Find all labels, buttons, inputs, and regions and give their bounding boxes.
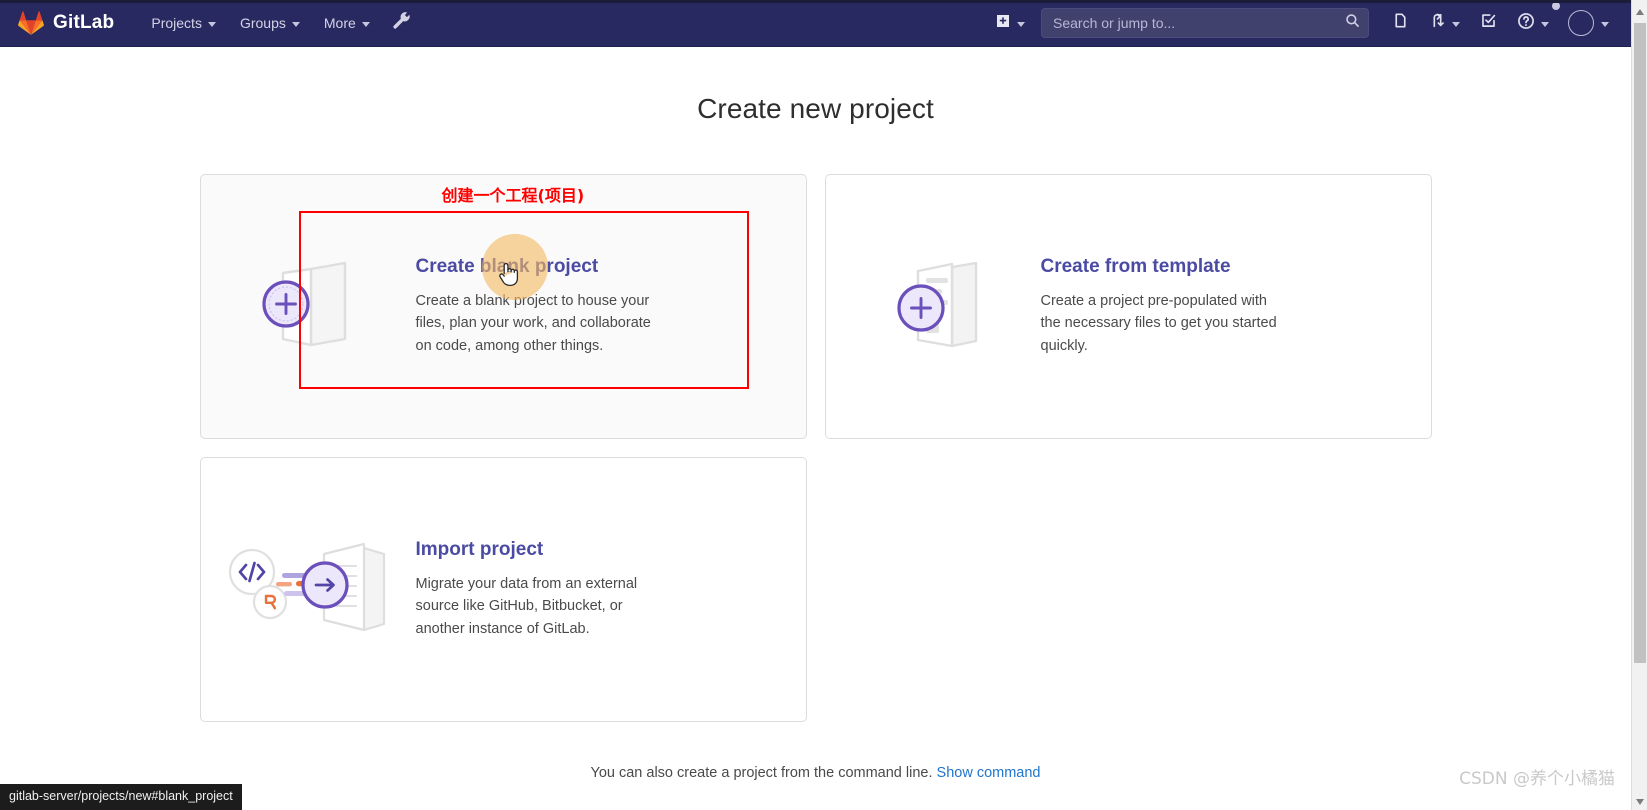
blank-project-plus-icon (253, 251, 373, 362)
page-scrollbar[interactable] (1631, 0, 1647, 810)
card-import-project[interactable]: Import project Migrate your data from an… (199, 457, 807, 722)
show-command-link[interactable]: Show command (937, 765, 1041, 781)
todos-icon (1480, 12, 1497, 34)
page-title: Create new project (697, 93, 934, 124)
card-create-blank-project[interactable]: Create blank project Create a blank proj… (199, 174, 807, 439)
chevron-down-icon (207, 21, 216, 27)
chevron-down-icon (1541, 21, 1549, 27)
scroll-down-button[interactable] (1632, 793, 1647, 810)
blank-project-illustration (211, 251, 416, 362)
card-row-top: Create blank project Create a blank proj… (199, 174, 1432, 439)
merge-requests-icon (1429, 12, 1446, 34)
import-project-arrow-icon (224, 532, 402, 647)
import-project-illustration (211, 532, 416, 647)
top-navbar: GitLab Projects Groups More (0, 0, 1631, 47)
brand-name-label: GitLab (53, 12, 115, 33)
card-row-bottom: Import project Migrate your data from an… (199, 457, 1432, 722)
user-menu-button[interactable] (1560, 6, 1615, 40)
help-icon (1517, 12, 1535, 35)
search-box[interactable] (1041, 8, 1369, 38)
chevron-down-icon (1452, 21, 1460, 27)
gitlab-home-link[interactable]: GitLab (18, 10, 114, 36)
nav-item-projects[interactable]: Projects (140, 7, 227, 39)
plus-square-icon (995, 13, 1011, 34)
nav-groups-label: Groups (239, 15, 286, 31)
page-content: Create new project Create blank project … (0, 47, 1631, 810)
admin-area-button[interactable] (383, 4, 420, 42)
chevron-down-icon (1017, 21, 1025, 27)
wrench-icon (392, 11, 411, 35)
nav-more-label: More (323, 15, 356, 31)
todos-button[interactable] (1471, 5, 1506, 41)
card-create-from-template[interactable]: Create from template Create a project pr… (824, 174, 1432, 439)
card-heading-blank: Create blank project (415, 255, 599, 277)
chevron-down-icon (1601, 21, 1609, 27)
card-description-blank: Create a blank project to house your fil… (415, 292, 651, 354)
search-input[interactable] (1041, 8, 1369, 38)
nav-item-more[interactable]: More (313, 7, 381, 39)
scrollbar-thumb[interactable] (1634, 23, 1646, 663)
template-project-plus-icon (878, 251, 998, 362)
card-heading-template: Create from template (1040, 255, 1231, 277)
create-new-button[interactable] (987, 7, 1033, 40)
card-heading-import: Import project (415, 538, 544, 560)
gitlab-tanuki-logo-icon (18, 10, 44, 36)
gitlab-create-project-page: GitLab Projects Groups More Search or ju… (0, 0, 1647, 810)
nav-item-groups[interactable]: Groups (229, 7, 311, 39)
chevron-down-icon (291, 21, 300, 27)
csdn-watermark: CSDN @养个小橘猫 (1459, 769, 1615, 789)
command-line-note-text: You can also create a project from the c… (590, 765, 933, 781)
issues-button[interactable] (1383, 5, 1418, 41)
chevron-up-icon (1636, 8, 1644, 15)
issues-icon (1392, 12, 1409, 34)
card-description-template: Create a project pre-populated with the … (1040, 292, 1277, 354)
window-top-strip (0, 0, 1647, 3)
chevron-down-icon (361, 21, 370, 27)
help-button[interactable] (1508, 1, 1560, 42)
primary-nav: Projects Groups More (140, 4, 419, 42)
merge-requests-button[interactable] (1420, 5, 1469, 41)
card-description-import: Migrate your data from an external sourc… (415, 575, 638, 637)
avatar (1568, 10, 1594, 36)
link-status-bar: gitlab-server/projects/new#blank_project (0, 784, 242, 810)
scroll-up-button[interactable] (1632, 3, 1647, 20)
template-project-illustration (836, 251, 1041, 362)
command-line-note: You can also create a project from the c… (200, 765, 1432, 781)
chevron-down-icon (1636, 798, 1644, 805)
project-type-cards: Create blank project Create a blank proj… (199, 174, 1432, 781)
navbar-right-section (987, 1, 1615, 42)
nav-projects-label: Projects (151, 15, 202, 31)
